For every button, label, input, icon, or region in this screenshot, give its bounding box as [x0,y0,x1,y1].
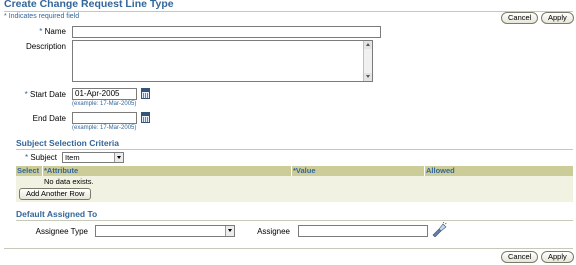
required-field-note: * Indicates required field [4,13,79,20]
cancel-button-top[interactable]: Cancel [501,12,539,24]
flashlight-search-icon[interactable] [431,222,447,237]
col-select-header: Select [17,166,40,175]
column-divider [424,166,425,176]
calendar-icon[interactable] [141,112,150,123]
footer-divider [4,248,573,249]
empty-table-message: No data exists. [44,177,94,186]
title-divider [4,11,573,12]
description-textarea[interactable] [72,40,373,82]
table-body: No data exists. Add Another Row [16,176,573,202]
chevron-down-icon [225,226,234,236]
start-date-hint: (example: 17-Mar-2005) [72,101,137,107]
end-date-label: End Date [32,114,66,123]
required-marker: * [24,153,29,162]
required-marker: * [4,13,7,20]
subject-section-heading: Subject Selection Criteria [16,138,119,148]
assignee-input[interactable] [298,225,428,237]
required-marker: * [39,27,43,36]
start-date-label: * Start Date [24,90,66,99]
assignee-type-label: Assignee Type [35,227,88,236]
assign-section-heading: Default Assigned To [16,209,98,219]
add-another-row-button[interactable]: Add Another Row [19,188,92,200]
end-date-hint: (example: 17-Mar-2005) [72,125,137,131]
assignee-type-select[interactable] [95,225,235,237]
subject-label: * Subject [24,153,57,162]
calendar-icon[interactable] [141,88,150,99]
column-divider [291,166,292,176]
assign-section-divider [16,220,573,221]
table-header-row: Select *Attribute *Value Allowed [16,166,573,176]
name-label: * Name [39,27,66,36]
start-date-input[interactable]: 01-Apr-2005 [72,88,137,100]
cancel-button-bottom[interactable]: Cancel [501,251,539,263]
required-note-text: Indicates required field [8,13,80,20]
col-allowed-header: Allowed [426,166,455,175]
subject-select[interactable]: Item [62,152,124,163]
apply-button-top[interactable]: Apply [541,12,574,24]
required-marker: * [24,90,28,99]
apply-button-bottom[interactable]: Apply [541,251,574,263]
scroll-down-icon[interactable] [364,73,372,81]
col-attribute-header: *Attribute [44,166,79,175]
description-scrollbar[interactable] [363,41,372,81]
page-title: Create Change Request Line Type [4,0,174,10]
end-date-input[interactable] [72,112,137,124]
description-label: Description [25,42,66,51]
subject-select-value: Item [65,153,80,162]
scroll-up-icon[interactable] [364,41,372,49]
column-divider [42,166,43,176]
chevron-down-icon [114,153,123,162]
subject-section-divider [16,149,573,150]
name-input[interactable] [72,26,381,38]
col-value-header: *Value [293,166,316,175]
assignee-label: Assignee [257,227,290,236]
